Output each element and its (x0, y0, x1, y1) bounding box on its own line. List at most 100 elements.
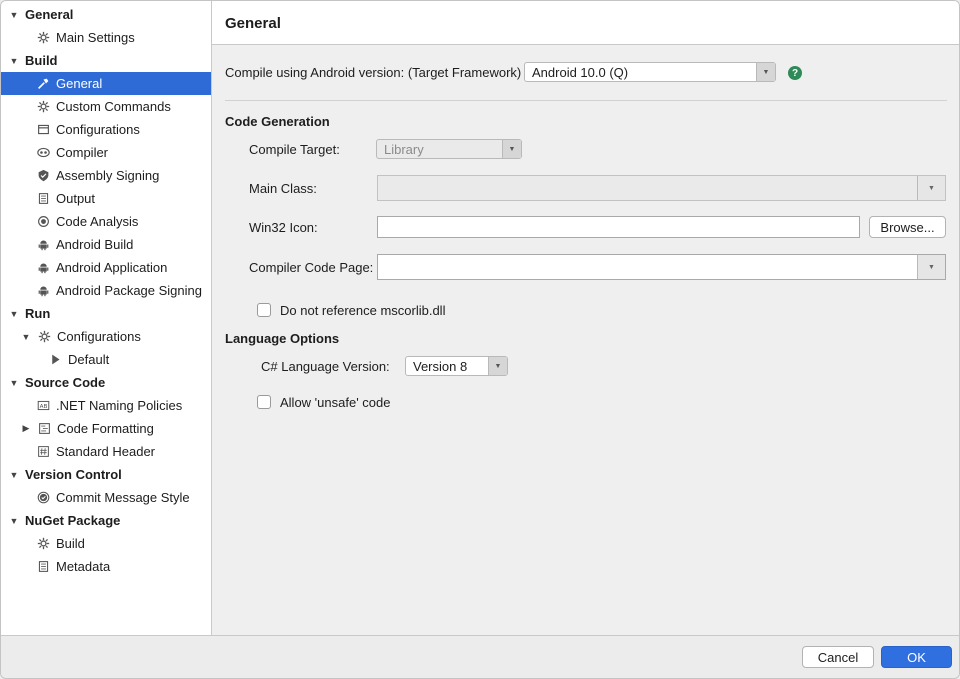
sidebar-item[interactable]: Custom Commands (1, 95, 211, 118)
win32-icon-field[interactable] (377, 216, 860, 238)
separator (225, 100, 947, 101)
sidebar-item[interactable]: Android Package Signing (1, 279, 211, 302)
sidebar-item-label: Output (56, 191, 96, 206)
sidebar-item[interactable]: Output (1, 187, 211, 210)
compiler-code-page-label: Compiler Code Page: (249, 260, 374, 275)
compile-target-label: Compile Target: (249, 142, 340, 157)
sidebar-item[interactable]: Main Settings (1, 26, 211, 49)
disclosure-expanded-icon[interactable]: ▼ (20, 332, 32, 342)
allow-unsafe-checkbox[interactable] (257, 395, 271, 409)
sidebar-item[interactable]: Standard Header (1, 440, 211, 463)
cancel-button[interactable]: Cancel (802, 646, 874, 668)
sidebar-item-label: Assembly Signing (56, 168, 160, 183)
sidebar-category[interactable]: ▼ NuGet Package (1, 509, 211, 532)
sidebar-item[interactable]: Default (1, 348, 211, 371)
sidebar-item[interactable]: General (1, 72, 211, 95)
project-options-dialog: ▼ General Main Settings ▼ Build General Custom… (0, 0, 960, 679)
sidebar-item[interactable]: Build (1, 532, 211, 555)
chevron-down-icon: ▼ (917, 176, 945, 200)
sidebar-item-label: Standard Header (56, 444, 156, 459)
sidebar-item[interactable]: Assembly Signing (1, 164, 211, 187)
sidebar-item-label: Source Code (25, 375, 106, 390)
sidebar-item[interactable]: Compiler (1, 141, 211, 164)
sidebar-item-label: Configurations (56, 122, 140, 137)
target-framework-value: Android 10.0 (Q) (532, 65, 629, 80)
main-class-label: Main Class: (249, 181, 317, 196)
sidebar-item[interactable]: AB .NET Naming Policies (1, 394, 211, 417)
compile-target-select[interactable]: Library ▼ (376, 139, 522, 159)
code-format-icon (37, 422, 51, 436)
sidebar-item-label: .NET Naming Policies (56, 398, 183, 413)
win32-icon-label: Win32 Icon: (249, 220, 318, 235)
sidebar-category[interactable]: ▼ Source Code (1, 371, 211, 394)
compiler-icon (36, 146, 50, 160)
chevron-down-icon: ▼ (756, 63, 775, 81)
code-generation-heading: Code Generation (225, 114, 330, 129)
sidebar-item-label: Default (68, 352, 110, 367)
sidebar-item-label: Android Build (56, 237, 134, 252)
disclosure-expanded-icon[interactable]: ▼ (8, 10, 20, 20)
sidebar-item-label: Main Settings (56, 30, 135, 45)
sidebar-item-label: Build (25, 53, 58, 68)
check-circle-icon (36, 491, 50, 505)
gear-icon (36, 31, 50, 45)
android-icon (36, 261, 50, 275)
sidebar-item-label: General (25, 7, 74, 22)
chevron-down-icon: ▼ (917, 255, 945, 279)
hammer-icon (36, 77, 50, 91)
sidebar-item[interactable]: Commit Message Style (1, 486, 211, 509)
language-options-heading: Language Options (225, 331, 340, 346)
language-version-value: Version 8 (413, 359, 468, 374)
no-mscorlib-label: Do not reference mscorlib.dll (280, 303, 446, 318)
sidebar-item-label: Android Application (56, 260, 168, 275)
android-icon (36, 238, 50, 252)
allow-unsafe-label: Allow 'unsafe' code (280, 395, 391, 410)
sidebar-item-label: General (56, 76, 103, 91)
sidebar-item-label: Custom Commands (56, 99, 171, 114)
sidebar: ▼ General Main Settings ▼ Build General Custom… (1, 1, 212, 635)
sidebar-category[interactable]: ▼ Run (1, 302, 211, 325)
sidebar-item[interactable]: Android Application (1, 256, 211, 279)
android-icon (36, 284, 50, 298)
target-framework-select[interactable]: Android 10.0 (Q) ▼ (524, 62, 776, 82)
browse-button[interactable]: Browse... (869, 216, 946, 238)
disclosure-expanded-icon[interactable]: ▼ (8, 309, 20, 319)
radio-circle-icon (36, 215, 50, 229)
disclosure-expanded-icon[interactable]: ▼ (8, 470, 20, 480)
sidebar-category[interactable]: ▼ General (1, 3, 211, 26)
ok-button[interactable]: OK (881, 646, 952, 668)
sidebar-item[interactable]: ▼ Configurations (1, 325, 211, 348)
sidebar-item-label: Run (25, 306, 51, 321)
language-version-label: C# Language Version: (261, 359, 390, 374)
compile-target-value: Library (384, 142, 424, 157)
document-icon (36, 560, 50, 574)
sidebar-item-label: Commit Message Style (56, 490, 190, 505)
sidebar-item-label: Configurations (57, 329, 141, 344)
sidebar-category[interactable]: ▼ Build (1, 49, 211, 72)
help-icon[interactable]: ? (788, 66, 802, 80)
svg-text:AB: AB (39, 404, 47, 410)
target-framework-label: Compile using Android version: (Target F… (225, 65, 522, 80)
main-class-combo[interactable]: ▼ (377, 175, 946, 201)
disclosure-expanded-icon[interactable]: ▼ (8, 378, 20, 388)
compiler-code-page-combo[interactable]: ▼ (377, 254, 946, 280)
sidebar-item[interactable]: Configurations (1, 118, 211, 141)
disclosure-expanded-icon[interactable]: ▼ (8, 56, 20, 66)
shield-check-icon (36, 169, 50, 183)
sidebar-item[interactable]: Android Build (1, 233, 211, 256)
gear-icon (37, 330, 51, 344)
sidebar-item[interactable]: ▶ Code Formatting (1, 417, 211, 440)
content-panel: General Compile using Android version: (… (212, 1, 959, 635)
dialog-footer: Cancel OK (1, 635, 959, 678)
gear-icon (36, 100, 50, 114)
disclosure-expanded-icon[interactable]: ▼ (8, 516, 20, 526)
sidebar-item-label: Version Control (25, 467, 122, 482)
language-version-select[interactable]: Version 8 ▼ (405, 356, 508, 376)
disclosure-collapsed-icon[interactable]: ▶ (20, 423, 32, 434)
no-mscorlib-checkbox[interactable] (257, 303, 271, 317)
content-header: General (212, 1, 959, 45)
sidebar-item[interactable]: Metadata (1, 555, 211, 578)
sidebar-item-label: Metadata (56, 559, 111, 574)
sidebar-category[interactable]: ▼ Version Control (1, 463, 211, 486)
sidebar-item[interactable]: Code Analysis (1, 210, 211, 233)
